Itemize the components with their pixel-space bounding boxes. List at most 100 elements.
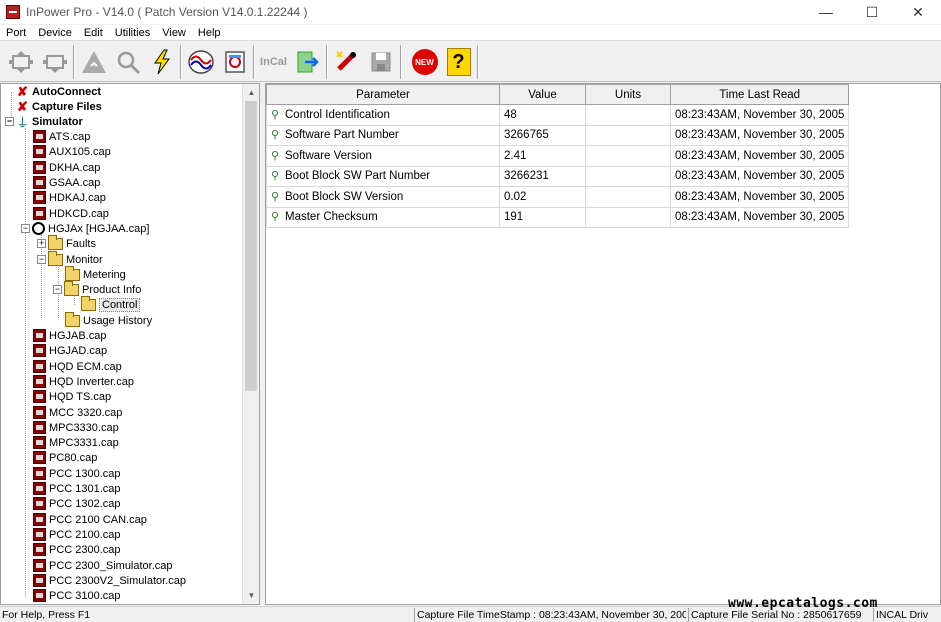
cap-file-icon	[33, 451, 46, 464]
cap-file-icon	[33, 161, 46, 174]
scroll-up-button[interactable]: ▲	[243, 84, 259, 101]
value-cell: 3266231	[499, 165, 586, 187]
toolbar-separator	[180, 45, 182, 79]
tree-item-cap[interactable]: HGJAB.cap	[33, 328, 106, 343]
menu-utilities[interactable]: Utilities	[109, 27, 156, 39]
menu-device[interactable]: Device	[32, 27, 78, 39]
device-tree[interactable]: ✘ AutoConnect ✘ Capture Files − ⍊ Simula…	[0, 83, 260, 605]
tree-item-cap[interactable]: MPC3331.cap	[33, 435, 119, 450]
scroll-down-button[interactable]: ▼	[243, 587, 259, 604]
tools-icon	[335, 51, 356, 71]
tree-item-cap[interactable]: HDKCD.cap	[33, 206, 109, 221]
tree-item-cap[interactable]: HDKAJ.cap	[33, 190, 106, 205]
tree-item-cap[interactable]: PCC 2300V2_Simulator.cap	[33, 573, 186, 588]
collapse-toggle[interactable]: −	[37, 255, 46, 264]
tree-item-cap[interactable]: PCC 1300.cap	[33, 466, 121, 481]
tree-item-cap[interactable]: HQD Inverter.cap	[33, 374, 134, 389]
tree-item-cap[interactable]: HQD TS.cap	[33, 389, 111, 404]
trend-button[interactable]	[184, 45, 217, 79]
close-button[interactable]: ✕	[895, 0, 941, 24]
autoconnect-icon: ✘	[17, 83, 28, 99]
tree-line	[25, 128, 26, 596]
collapse-toggle[interactable]: −	[21, 224, 30, 233]
table-row[interactable]: ⚲ Master Checksum 191 08:23:43AM, Novembe…	[266, 206, 850, 228]
tree-item-capture-files[interactable]: ✘ Capture Files	[16, 99, 102, 114]
window-title: InPower Pro - V14.0 ( Patch Version V14.…	[26, 5, 308, 19]
toolbar-separator	[400, 45, 402, 79]
tree-item-cap[interactable]: MPC3330.cap	[33, 420, 119, 435]
tree-scrollbar[interactable]: ▲ ▼	[242, 84, 259, 604]
tree-item-cap[interactable]: PC80.cap	[33, 450, 97, 465]
save-button[interactable]	[364, 45, 397, 79]
table-row[interactable]: ⚲ Software Version 2.41 08:23:43AM, Novem…	[266, 145, 850, 167]
collapse-toggle[interactable]: −	[5, 117, 14, 126]
tree-item-cap[interactable]: AUX105.cap	[33, 144, 111, 159]
table-row[interactable]: ⚲ Boot Block SW Part Number 3266231 08:23…	[266, 165, 850, 187]
minimize-button[interactable]: —	[803, 0, 849, 24]
new-button[interactable]: NEW	[408, 45, 441, 79]
menu-help[interactable]: Help	[192, 27, 227, 39]
parameter-icon: ⚲	[271, 149, 280, 162]
tree-item-faults[interactable]: + Faults	[37, 234, 96, 251]
column-header-value[interactable]: Value	[499, 84, 586, 105]
tree-item-metering[interactable]: Metering	[65, 265, 126, 282]
units-cell	[585, 165, 671, 187]
tree-item-cap[interactable]: HGJAD.cap	[33, 343, 107, 358]
parameter-table: Parameter Value Units Time Last Read ⚲ Co…	[266, 84, 850, 228]
table-row[interactable]: ⚲ Software Part Number 3266765 08:23:43AM…	[266, 124, 850, 146]
table-header-row: Parameter Value Units Time Last Read	[266, 84, 850, 105]
column-header-parameter[interactable]: Parameter	[266, 84, 500, 105]
export-button[interactable]	[291, 45, 324, 79]
device-button[interactable]	[218, 45, 251, 79]
lightning-icon	[153, 49, 170, 75]
tree-item-autoconnect[interactable]: ✘ AutoConnect	[16, 84, 101, 99]
column-header-time-last-read[interactable]: Time Last Read	[669, 84, 850, 105]
cap-file-icon	[33, 513, 46, 526]
table-row[interactable]: ⚲ Control Identification 48 08:23:43AM, N…	[266, 104, 850, 126]
value-cell: 2.41	[499, 145, 586, 167]
trend-chart-icon	[187, 50, 214, 74]
parameter-cell: ⚲ Master Checksum	[266, 206, 500, 228]
connect-download-button[interactable]	[38, 45, 71, 79]
tree-item-usage-history[interactable]: Usage History	[65, 311, 152, 328]
tree-item-control[interactable]: Control	[81, 295, 141, 312]
search-button[interactable]	[111, 45, 144, 79]
title-bar: InPower Pro - V14.0 ( Patch Version V14.…	[0, 0, 941, 24]
connect-upload-button[interactable]	[4, 45, 37, 79]
lightning-button[interactable]	[145, 45, 178, 79]
tree-item-cap[interactable]: PCC 2300_Simulator.cap	[33, 558, 173, 573]
tree-item-product-info[interactable]: − Product Info	[53, 280, 141, 297]
menu-view[interactable]: View	[156, 27, 192, 39]
incal-button[interactable]: InCal	[257, 45, 290, 79]
help-button[interactable]: ?	[442, 45, 475, 79]
expand-toggle[interactable]: +	[37, 239, 46, 248]
cap-file-icon	[33, 360, 46, 373]
cap-file-icon	[33, 589, 46, 602]
menu-edit[interactable]: Edit	[78, 27, 109, 39]
collapse-toggle[interactable]: −	[53, 285, 62, 294]
tree-item-cap[interactable]: PCC 1302.cap	[33, 496, 121, 511]
tree-item-cap[interactable]: PCC 1301.cap	[33, 481, 121, 496]
tree-item-cap[interactable]: ATS.cap	[33, 129, 90, 144]
table-row[interactable]: ⚲ Boot Block SW Version 0.02 08:23:43AM, …	[266, 186, 850, 208]
warning-button[interactable]	[77, 45, 110, 79]
tree-item-cap[interactable]: PCC 3100.cap	[33, 588, 121, 603]
column-header-units[interactable]: Units	[585, 84, 671, 105]
tree-item-cap[interactable]: HQD ECM.cap	[33, 359, 122, 374]
tree-item-cap[interactable]: PCC 2300.cap	[33, 542, 121, 557]
help-icon: ?	[446, 48, 471, 76]
tree-item-cap[interactable]: MCC 3320.cap	[33, 405, 122, 420]
capture-files-icon: ✘	[17, 98, 28, 114]
tree-item-cap[interactable]: PCC 2100 CAN.cap	[33, 512, 147, 527]
tree-item-cap[interactable]: GSAA.cap	[33, 175, 100, 190]
tree-item-hgjax[interactable]: − HGJAx [HGJAA.cap]	[21, 221, 149, 236]
scroll-thumb[interactable]	[245, 101, 257, 391]
tree-item-cap[interactable]: DKHA.cap	[33, 160, 100, 175]
tree-item-cap[interactable]: PCC 2100.cap	[33, 527, 121, 542]
tree-item-simulator[interactable]: − ⍊ Simulator	[5, 114, 83, 129]
menu-port[interactable]: Port	[0, 27, 32, 39]
parameter-icon: ⚲	[271, 108, 280, 121]
tools-button[interactable]	[330, 45, 363, 79]
cap-file-icon	[33, 528, 46, 541]
maximize-button[interactable]: ☐	[849, 0, 895, 24]
